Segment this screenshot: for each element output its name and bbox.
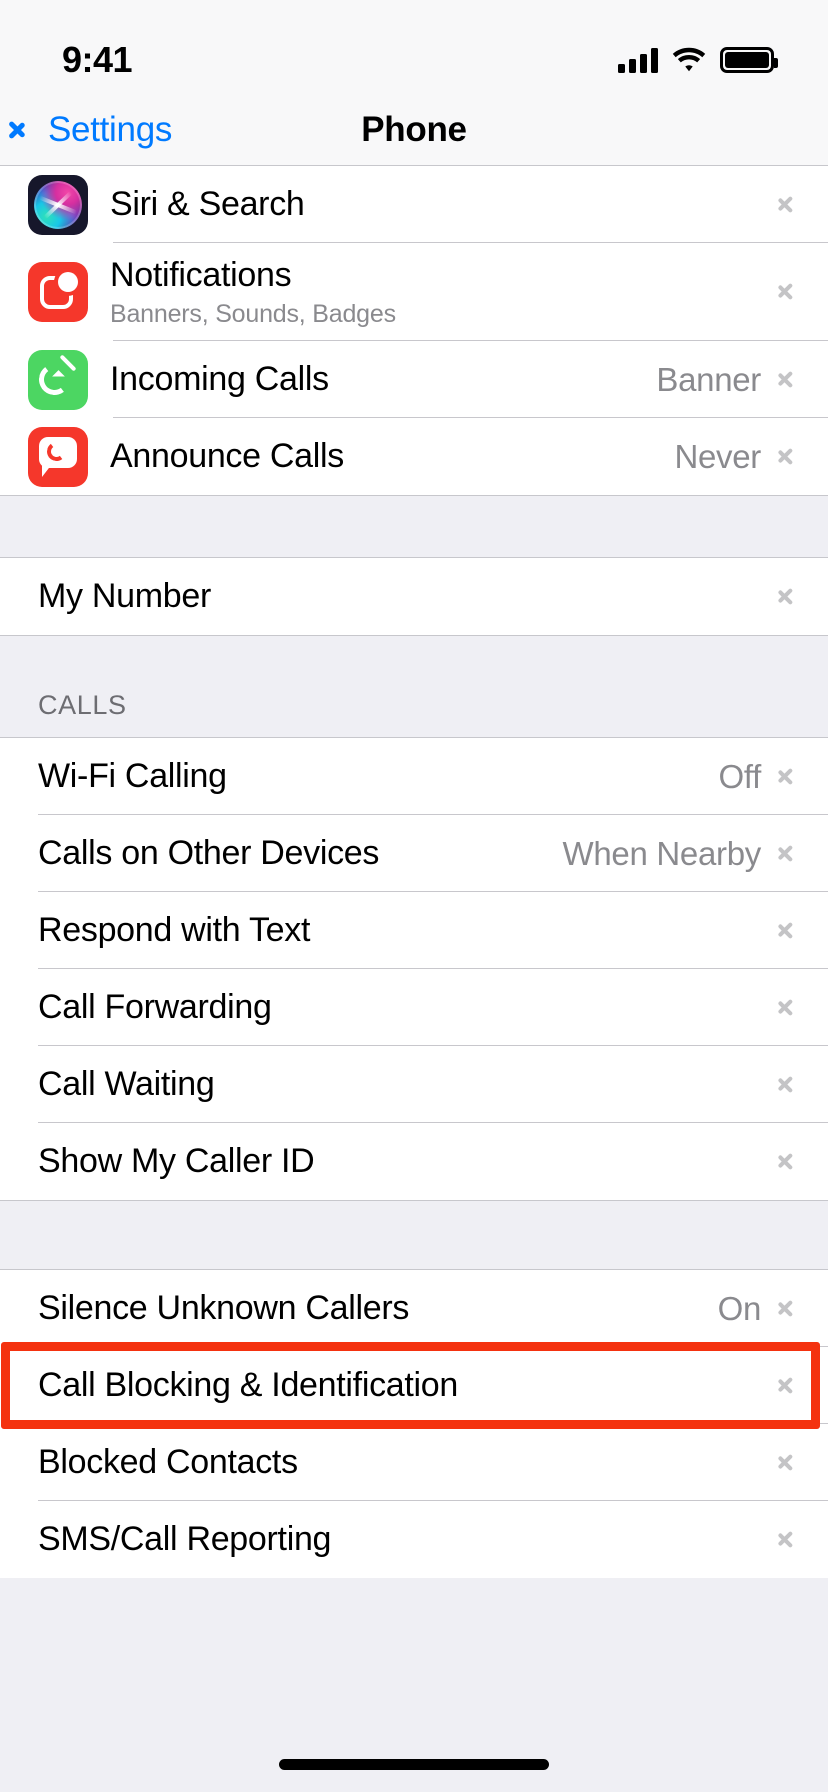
section-my-number: My Number [0, 558, 828, 635]
list-item-notifications[interactable]: Notifications Banners, Sounds, Badges [0, 243, 828, 341]
list-item-call-waiting[interactable]: Call Waiting [0, 1046, 828, 1123]
list-item-value: Never [674, 437, 761, 475]
list-item-label: Blocked Contacts [38, 1443, 298, 1482]
list-item-label: Call Waiting [38, 1065, 215, 1104]
chevron-right-icon [779, 279, 794, 305]
signal-bars-icon [618, 47, 658, 73]
announce-calls-icon [28, 426, 88, 487]
navigation-bar: Settings Phone [0, 94, 828, 166]
list-item-label: Call Blocking & Identification [38, 1366, 459, 1405]
list-item-wifi-calling[interactable]: Wi-Fi Calling Off [0, 738, 828, 815]
status-bar-indicators [618, 47, 778, 73]
list-item-announce-calls[interactable]: Announce Calls Never [0, 418, 828, 495]
list-item-value: When Nearby [562, 834, 762, 872]
chevron-right-icon [779, 841, 794, 867]
list-item-incoming-calls[interactable]: Incoming Calls Banner [0, 341, 828, 418]
list-item-siri-and-search[interactable]: Siri & Search [0, 166, 828, 243]
list-item-label: Incoming Calls [110, 360, 329, 399]
chevron-right-icon [779, 1072, 794, 1098]
section-calls: Wi-Fi Calling Off Calls on Other Devices… [0, 738, 828, 1200]
list-item-subtitle: Banners, Sounds, Badges [110, 299, 396, 328]
list-item-call-blocking-and-identification[interactable]: Call Blocking & Identification [0, 1347, 828, 1424]
list-item-label: SMS/Call Reporting [38, 1520, 332, 1559]
incoming-calls-icon [28, 349, 88, 410]
chevron-right-icon [779, 1450, 794, 1476]
notifications-icon [28, 262, 88, 322]
chevron-right-icon [779, 192, 794, 218]
section-header-calls: CALLS [0, 635, 828, 738]
wifi-icon [672, 47, 706, 73]
list-item-label: Call Forwarding [38, 988, 272, 1027]
section-blocking: Silence Unknown Callers On Call Blocking… [0, 1270, 828, 1578]
chevron-right-icon [779, 1296, 794, 1322]
chevron-right-icon [779, 367, 794, 393]
list-item-value: Banner [656, 360, 761, 398]
list-item-blocked-contacts[interactable]: Blocked Contacts [0, 1424, 828, 1501]
status-bar-clock: 9:41 [62, 39, 133, 80]
chevron-left-icon [20, 115, 37, 145]
list-item-value: Off [718, 757, 761, 795]
section-app-settings: Siri & Search Notifications Banners, Sou… [0, 166, 828, 495]
section-gap [0, 1200, 828, 1270]
section-header-label: CALLS [38, 690, 127, 720]
home-indicator-bar [279, 1759, 549, 1770]
list-item-sms-call-reporting[interactable]: SMS/Call Reporting [0, 1501, 828, 1578]
section-gap [0, 495, 828, 558]
status-bar: 9:41 [0, 0, 828, 94]
list-item-label: Notifications [110, 256, 292, 295]
battery-full-icon [720, 47, 778, 73]
back-button[interactable]: Settings [0, 110, 172, 150]
list-item-label: Wi-Fi Calling [38, 757, 227, 796]
list-item-respond-with-text[interactable]: Respond with Text [0, 892, 828, 969]
chevron-right-icon [779, 444, 794, 470]
back-button-label: Settings [48, 109, 173, 149]
list-item-label: Silence Unknown Callers [38, 1289, 410, 1328]
list-item-calls-on-other-devices[interactable]: Calls on Other Devices When Nearby [0, 815, 828, 892]
chevron-right-icon [779, 1149, 794, 1175]
list-item-label: Siri & Search [110, 185, 305, 224]
list-item-label: Announce Calls [110, 437, 344, 476]
chevron-right-icon [779, 918, 794, 944]
chevron-right-icon [779, 584, 794, 610]
list-item-value: On [717, 1289, 762, 1327]
list-item-label: Show My Caller ID [38, 1142, 315, 1181]
phone-settings-screen: 9:41 Settings Phone Siri & Search Notifi… [0, 0, 828, 1792]
home-indicator-area [0, 1732, 828, 1792]
chevron-right-icon [779, 995, 794, 1021]
list-item-show-my-caller-id[interactable]: Show My Caller ID [0, 1123, 828, 1200]
list-item-label: My Number [38, 577, 211, 616]
chevron-right-icon [779, 1527, 794, 1553]
list-item-label: Calls on Other Devices [38, 834, 380, 873]
siri-icon [28, 174, 88, 235]
chevron-right-icon [779, 764, 794, 790]
list-item-silence-unknown-callers[interactable]: Silence Unknown Callers On [0, 1270, 828, 1347]
list-item-call-forwarding[interactable]: Call Forwarding [0, 969, 828, 1046]
list-item-my-number[interactable]: My Number [0, 558, 828, 635]
chevron-right-icon [779, 1373, 794, 1399]
list-item-label: Respond with Text [38, 911, 311, 950]
